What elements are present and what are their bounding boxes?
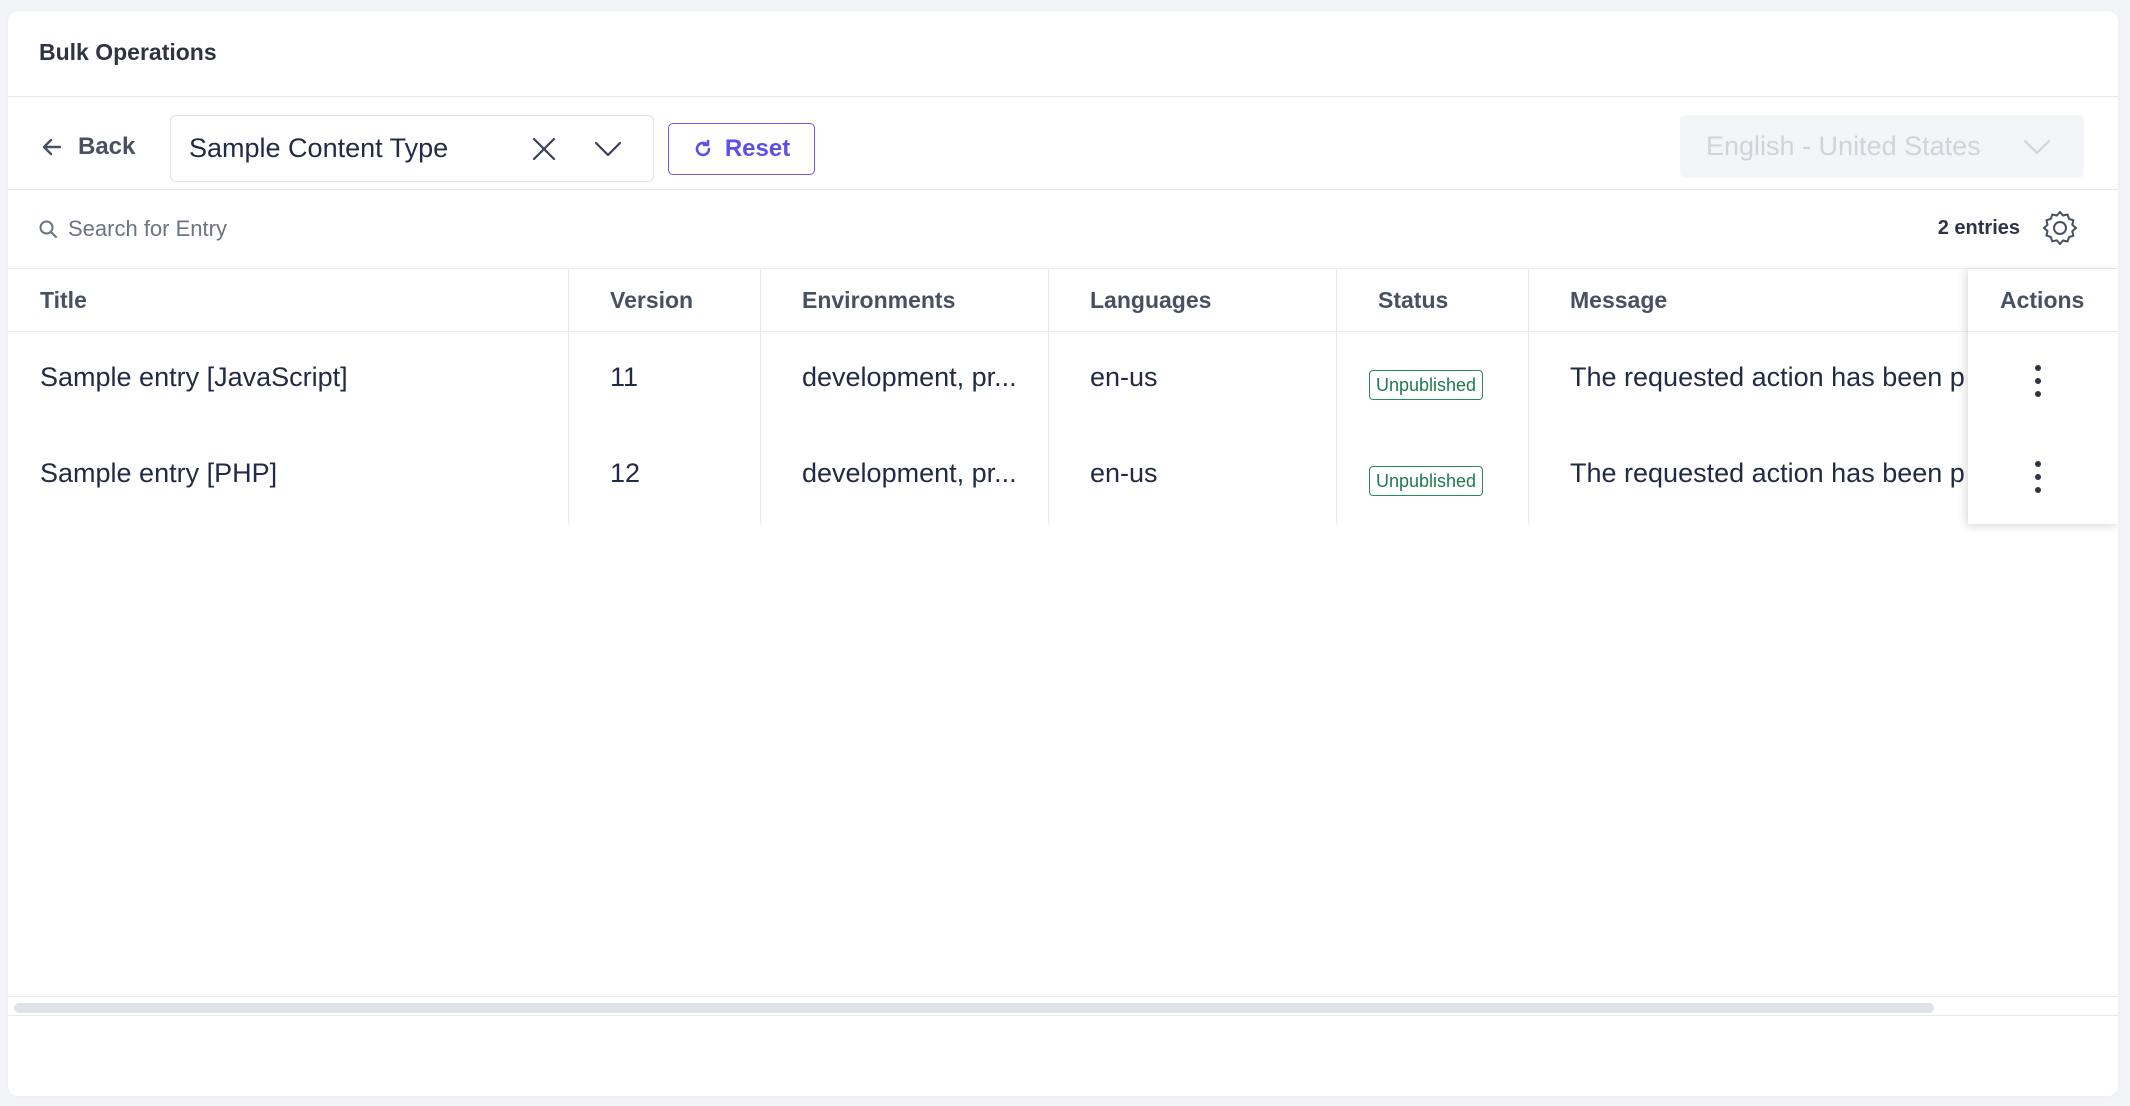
table-header: Title Version Environments Languages Sta…	[8, 269, 2118, 332]
locale-select: English - United States	[1680, 115, 2084, 178]
status-badge: Unpublished	[1369, 370, 1484, 400]
toolbar: Back Sample Content Type Reset English -…	[8, 97, 2118, 190]
entries-count: 2 entries	[1937, 217, 2020, 239]
cell-message: The requested action has been p	[1570, 458, 1965, 488]
horizontal-scrollbar[interactable]	[8, 996, 2118, 1016]
column-header-version[interactable]: Version	[578, 269, 693, 332]
actions-column: Actions	[1968, 269, 2118, 524]
status-badge: Unpublished	[1369, 466, 1484, 496]
table-row[interactable]: Sample entry [JavaScript] 11 development…	[8, 332, 2118, 428]
cell-title: Sample entry [JavaScript]	[40, 362, 348, 392]
reset-label: Reset	[724, 135, 791, 162]
bulk-operations-panel: Bulk Operations Back Sample Content Type…	[8, 11, 2118, 1096]
back-button[interactable]: Back	[40, 132, 135, 162]
close-icon[interactable]	[527, 132, 561, 166]
page-title: Bulk Operations	[39, 39, 217, 65]
cell-languages: en-us	[1090, 362, 1158, 392]
column-header-message[interactable]: Message	[1538, 269, 1667, 332]
reset-button[interactable]: Reset	[668, 123, 815, 175]
cell-languages: en-us	[1090, 458, 1158, 488]
column-header-environments[interactable]: Environments	[770, 269, 955, 332]
kebab-menu-icon[interactable]	[2023, 457, 2053, 497]
column-header-title[interactable]: Title	[8, 269, 87, 332]
content-type-value: Sample Content Type	[189, 133, 449, 163]
kebab-menu-icon[interactable]	[2023, 361, 2053, 401]
cell-environments: development, pr...	[802, 458, 1017, 488]
scrollbar-thumb[interactable]	[14, 1003, 1934, 1013]
column-header-actions: Actions	[1968, 269, 2118, 332]
column-header-status[interactable]: Status	[1346, 269, 1448, 332]
search-bar: 2 entries	[8, 190, 2118, 269]
panel-header: Bulk Operations	[8, 11, 2118, 97]
cell-message: The requested action has been p	[1570, 362, 1965, 392]
cell-version: 11	[610, 362, 639, 392]
entries-table: Title Version Environments Languages Sta…	[8, 269, 2118, 1016]
search-icon	[39, 220, 57, 238]
cell-version: 12	[610, 458, 641, 488]
content-type-select[interactable]: Sample Content Type	[170, 115, 654, 182]
column-header-languages[interactable]: Languages	[1058, 269, 1211, 332]
table-row[interactable]: Sample entry [PHP] 12 development, pr...…	[8, 428, 2118, 524]
search-input[interactable]	[68, 210, 568, 248]
cell-environments: development, pr...	[802, 362, 1017, 392]
chevron-down-icon	[2023, 139, 2051, 154]
chevron-down-icon[interactable]	[591, 132, 625, 166]
refresh-icon	[695, 139, 711, 157]
back-label: Back	[78, 133, 136, 160]
gear-icon[interactable]	[2040, 208, 2080, 248]
arrow-left-icon	[42, 138, 62, 156]
cell-title: Sample entry [PHP]	[40, 458, 278, 488]
locale-value: English - United States	[1706, 131, 1981, 161]
